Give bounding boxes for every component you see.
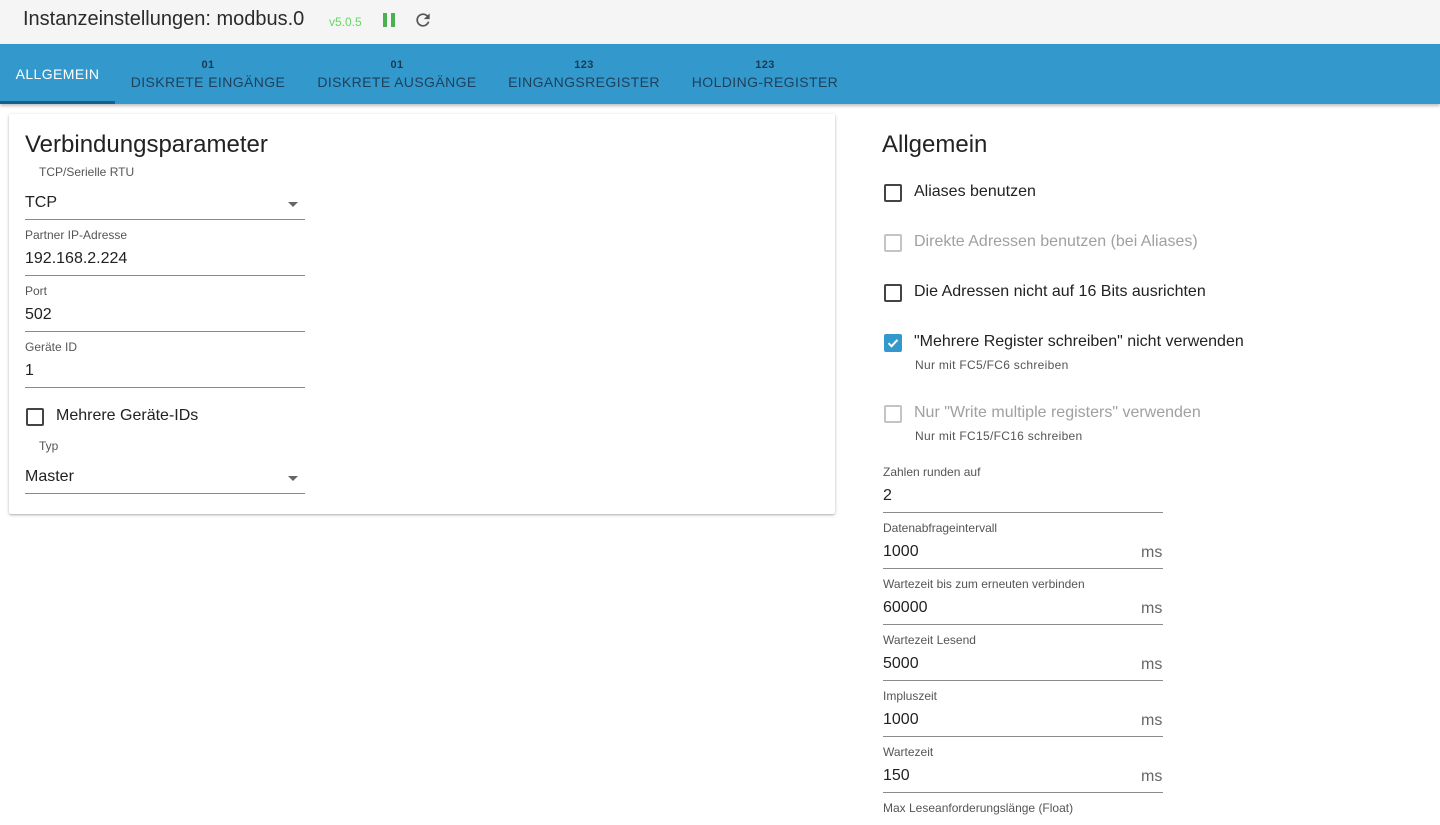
title-bar: Instanzeinstellungen: modbus.0 v5.0.5 xyxy=(0,0,1440,44)
field-underline xyxy=(883,736,1163,737)
tab-label: DISKRETE AUSGÄNGE xyxy=(317,74,477,90)
tab-label: ALLGEMEIN xyxy=(15,66,100,82)
read-wait-label: Wartezeit Lesend xyxy=(883,633,976,647)
tab-diskrete-ausgaenge[interactable]: 01 DISKRETE AUSGÄNGE xyxy=(311,44,483,104)
device-id-label: Geräte ID xyxy=(25,340,78,354)
typ-value: Master xyxy=(25,468,74,485)
tab-bar: ALLGEMEIN 01 DISKRETE EINGÄNGE 01 DISKRE… xyxy=(0,44,1440,104)
tab-label: DISKRETE EINGÄNGE xyxy=(130,74,286,90)
ip-input[interactable]: 192.168.2.224 xyxy=(25,250,305,268)
multi-device-label: Mehrere Geräte-IDs xyxy=(56,407,199,424)
reconnect-label: Wartezeit bis zum erneuten verbinden xyxy=(883,577,1085,591)
unit-ms: ms xyxy=(1141,656,1163,673)
dropdown-arrow-icon xyxy=(288,476,298,481)
field-underline xyxy=(883,792,1163,793)
max-read-length-label: Max Leseanforderungslänge (Float) xyxy=(883,801,1074,815)
direct-addresses-checkbox xyxy=(884,234,902,252)
dropdown-arrow-icon xyxy=(288,202,298,207)
general-title: Allgemein xyxy=(882,131,988,158)
tab-icon-binary: 01 xyxy=(201,59,215,71)
tab-label: EINGANGSREGISTER xyxy=(508,74,660,90)
page-title: Instanzeinstellungen: modbus.0 xyxy=(23,8,305,30)
ip-label: Partner IP-Adresse xyxy=(25,228,128,242)
field-underline xyxy=(883,568,1163,569)
connection-title: Verbindungsparameter xyxy=(25,131,268,158)
align-16bit-checkbox[interactable] xyxy=(884,284,902,302)
pulse-time-label: Impluszeit xyxy=(883,689,938,703)
tab-diskrete-eingaenge[interactable]: 01 DISKRETE EINGÄNGE xyxy=(125,44,291,104)
tab-icon-binary: 01 xyxy=(390,59,404,71)
tab-icon-numeric: 123 xyxy=(574,59,594,71)
version-badge: v5.0.5 xyxy=(329,15,362,29)
direct-addresses-label: Direkte Adressen benutzen (bei Aliases) xyxy=(914,233,1198,250)
only-multi-register-helper: Nur mit FC15/FC16 schreiben xyxy=(915,429,1083,443)
port-label: Port xyxy=(25,284,48,298)
no-multi-register-label: "Mehrere Register schreiben" nicht verwe… xyxy=(914,333,1244,350)
field-underline xyxy=(25,331,305,332)
typ-select[interactable]: Master xyxy=(25,468,305,492)
round-input[interactable]: 2 xyxy=(883,487,1163,505)
field-underline xyxy=(883,624,1163,625)
unit-ms: ms xyxy=(1141,712,1163,729)
read-wait-input[interactable]: 5000 xyxy=(883,655,1123,673)
field-underline xyxy=(25,493,305,494)
unit-ms: ms xyxy=(1141,544,1163,561)
active-tab-indicator xyxy=(0,101,115,104)
tab-icon-numeric: 123 xyxy=(755,59,775,71)
tab-label: HOLDING-REGISTER xyxy=(691,74,839,90)
tab-holding-register[interactable]: 123 HOLDING-REGISTER xyxy=(687,44,843,104)
only-multi-register-checkbox xyxy=(884,405,902,423)
port-input[interactable]: 502 xyxy=(25,306,305,324)
unit-ms: ms xyxy=(1141,768,1163,785)
connection-type-label: TCP/Serielle RTU xyxy=(39,165,135,179)
connection-type-select[interactable]: TCP xyxy=(25,194,305,218)
field-underline xyxy=(25,387,305,388)
wait-time-input[interactable]: 150 xyxy=(883,767,1123,785)
connection-type-value: TCP xyxy=(25,194,57,211)
poll-interval-input[interactable]: 1000 xyxy=(883,543,1123,561)
field-underline xyxy=(25,275,305,276)
round-label: Zahlen runden auf xyxy=(883,465,981,479)
poll-interval-label: Datenabfrageintervall xyxy=(883,521,998,535)
field-underline xyxy=(883,512,1163,513)
only-multi-register-label: Nur "Write multiple registers" verwenden xyxy=(914,404,1201,421)
aliases-label: Aliases benutzen xyxy=(914,183,1036,200)
wait-time-label: Wartezeit xyxy=(883,745,934,759)
no-multi-register-checkbox[interactable] xyxy=(884,334,902,352)
device-id-input[interactable]: 1 xyxy=(25,362,305,380)
pulse-time-input[interactable]: 1000 xyxy=(883,711,1123,729)
reload-icon[interactable] xyxy=(413,10,433,30)
no-multi-register-helper: Nur mit FC5/FC6 schreiben xyxy=(915,358,1069,372)
multi-device-checkbox[interactable] xyxy=(26,408,44,426)
field-underline xyxy=(25,219,305,220)
field-underline xyxy=(883,680,1163,681)
tab-eingangsregister[interactable]: 123 EINGANGSREGISTER xyxy=(503,44,665,104)
check-icon xyxy=(887,339,899,348)
pause-icon[interactable] xyxy=(383,13,396,27)
align-16bit-label: Die Adressen nicht auf 16 Bits ausrichte… xyxy=(914,283,1206,300)
reconnect-input[interactable]: 60000 xyxy=(883,599,1123,617)
unit-ms: ms xyxy=(1141,600,1163,617)
typ-label: Typ xyxy=(39,439,59,453)
tab-allgemein[interactable]: ALLGEMEIN xyxy=(0,44,115,104)
aliases-checkbox[interactable] xyxy=(884,184,902,202)
